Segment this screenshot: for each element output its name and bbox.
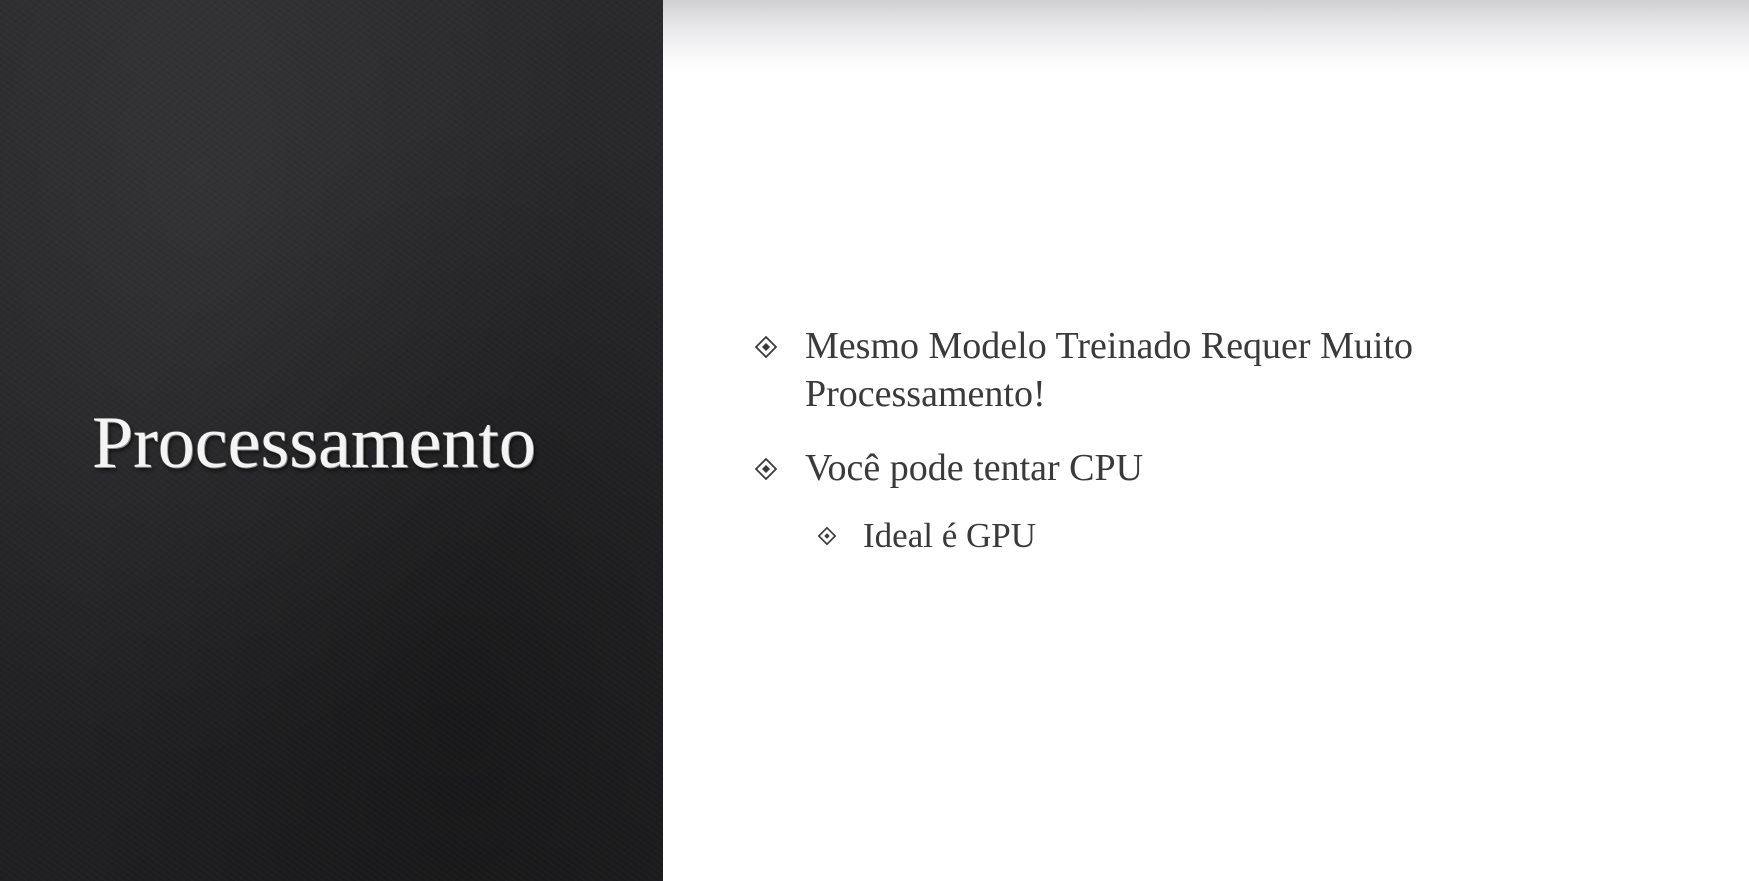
bullet-text: Mesmo Modelo Treinado Requer Muito Proce… [805,325,1413,415]
bullet-item: Você pode tentar CPU [755,444,1655,492]
diamond-bullet-icon [817,526,837,546]
content-panel: Mesmo Modelo Treinado Requer Muito Proce… [663,0,1749,881]
bullet-text: Você pode tentar CPU [805,447,1144,489]
bullet-list: Mesmo Modelo Treinado Requer Muito Proce… [755,322,1655,558]
bullet-item: Mesmo Modelo Treinado Requer Muito Proce… [755,322,1655,418]
slide: Processamento Mesmo Modelo Treinado Requ… [0,0,1749,881]
diamond-bullet-icon [755,336,777,358]
sub-bullet-text: Ideal é GPU [863,516,1037,555]
slide-title: Processamento [92,402,536,484]
sub-bullet-item: Ideal é GPU [755,514,1655,558]
top-shadow-band [663,0,1749,72]
diamond-bullet-icon [755,458,777,480]
title-panel: Processamento [0,0,663,881]
